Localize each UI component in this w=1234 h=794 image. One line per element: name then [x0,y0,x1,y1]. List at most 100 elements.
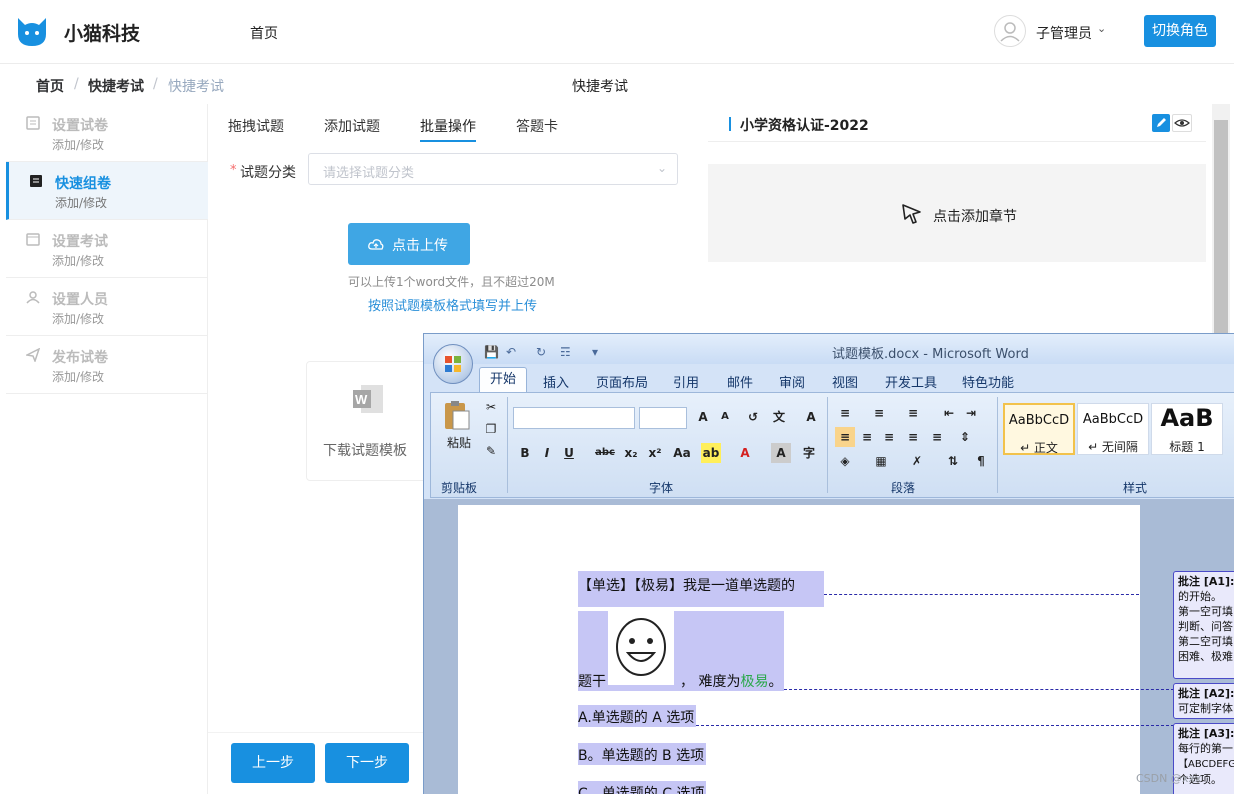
word-tab-mailings[interactable]: 邮件 [727,372,753,391]
bullets-icon[interactable]: ≡ [835,403,855,423]
comment-a1[interactable]: 批注 [A1]: 的开始。 第一空可填 判断、问答 第二空可填 困难、极难 [1173,571,1234,679]
print-preview-icon[interactable]: ☶ [560,345,571,359]
comment-a2[interactable]: 批注 [A2]: 可定制字体 [1173,683,1234,719]
style-heading-1[interactable]: AaB 标题 1 [1151,403,1223,455]
multilevel-list-icon[interactable]: ≡ [903,403,923,423]
add-chapter-area[interactable]: 点击添加章节 [708,164,1206,262]
download-template-card[interactable]: W 下载试题模板 [306,361,430,481]
comment-line: 的开始。 [1178,590,1222,603]
switch-role-button[interactable]: 切换角色 [1144,15,1216,47]
doc-stem-end: 。 [768,674,783,690]
highlight-icon[interactable]: ab [701,443,721,463]
word-tab-view[interactable]: 视图 [832,372,858,391]
sidebar-item-set-people[interactable]: 设置人员 添加/修改 [6,278,208,336]
shrink-font-icon[interactable]: A [715,407,735,427]
doc-option-c: C、单选题的 C 选项 [578,786,705,794]
word-tab-references[interactable]: 引用 [673,372,699,391]
cut-icon[interactable]: ✂ [481,397,501,417]
superscript-icon[interactable]: x² [645,443,665,463]
subscript-icon[interactable]: x₂ [621,443,641,463]
borders-icon[interactable]: ▦ [871,451,891,471]
align-center-icon[interactable]: ≡ [857,427,877,447]
word-tab-page-layout[interactable]: 页面布局 [596,372,648,391]
edit-icon[interactable] [1152,114,1170,132]
grow-font-icon[interactable]: A [693,407,713,427]
style-name: ↵ 无间隔 [1088,440,1138,454]
word-tab-review[interactable]: 审阅 [779,372,805,391]
redo-icon[interactable]: ↻ [536,345,546,359]
user-name[interactable]: 子管理员 [1036,23,1092,43]
increase-indent-icon[interactable]: ⇥ [961,403,981,423]
next-step-button[interactable]: 下一步 [325,743,409,783]
tab-drag-questions[interactable]: 拖拽试题 [228,116,284,136]
strikethrough-icon[interactable]: abc [595,443,615,463]
chevron-down-icon[interactable]: ⌄ [1097,22,1106,35]
group-separator [827,397,828,493]
top-header: 小猫科技 首页 子管理员 ⌄ 切换角色 [0,0,1234,64]
copy-icon[interactable]: ❐ [481,419,501,439]
app-name: 小猫科技 [64,23,141,45]
enclose-char-icon[interactable]: 字 [799,443,819,463]
asian-layout-icon[interactable]: ✗ [907,451,927,471]
bold-icon[interactable]: B [515,443,535,463]
clear-format-icon[interactable]: ↺ [743,407,763,427]
line-spacing-icon[interactable]: ⇕ [955,427,975,447]
cartoon-image [608,609,674,685]
style-no-spacing[interactable]: AaBbCcD ↵ 无间隔 [1077,403,1149,455]
tab-add-questions[interactable]: 添加试题 [324,116,380,136]
tab-answer-card[interactable]: 答题卡 [516,116,558,136]
decrease-indent-icon[interactable]: ⇤ [939,403,959,423]
format-painter-icon[interactable]: ✎ [481,441,501,461]
comment-connector [784,689,1174,690]
show-marks-icon[interactable]: ¶ [971,451,991,471]
word-tab-home[interactable]: 开始 [479,367,527,393]
paste-icon[interactable] [441,399,473,431]
breadcrumb-quick-exam[interactable]: 快捷考试 [88,76,144,96]
justify-icon[interactable]: ≡ [903,427,923,447]
watermark: CSDN @xxx [1136,772,1202,785]
char-border-icon[interactable]: A [801,407,821,427]
phonetic-icon[interactable]: 文 [769,407,789,427]
document-page[interactable]: 【单选】【极易】我是一道单选题的 题干 ， 难度为极易。 A.单选题的 A 选项… [458,505,1140,794]
sidebar: 设置试卷 添加/修改 快速组卷 添加/修改 设置考试 添加/修改 设置人员 添加… [6,104,208,794]
numbering-icon[interactable]: ≡ [869,403,889,423]
change-case-icon[interactable]: Aa [669,443,695,463]
align-right-icon[interactable]: ≡ [879,427,899,447]
word-tab-features[interactable]: 特色功能 [962,372,1014,391]
category-select[interactable]: 请选择试题分类 ⌄ [308,153,678,185]
sort-icon[interactable]: ⇅ [943,451,963,471]
breadcrumb-home[interactable]: 首页 [36,76,64,96]
char-shading-icon[interactable]: A [771,443,791,463]
distributed-icon[interactable]: ≡ [927,427,947,447]
paste-label[interactable]: 粘贴 [439,433,479,453]
title-accent-bar [729,117,731,131]
upload-button[interactable]: 点击上传 [348,223,470,265]
align-left-icon[interactable]: ≡ [835,427,855,447]
user-avatar-icon[interactable] [994,15,1026,47]
sidebar-item-quick-compose[interactable]: 快速组卷 添加/修改 [6,162,208,220]
customize-toolbar-icon[interactable]: ▾ [592,345,598,359]
save-icon[interactable]: 💾 [484,345,499,359]
tab-batch-operations[interactable]: 批量操作 [420,116,476,136]
font-color-icon[interactable]: A [735,443,755,463]
style-normal[interactable]: AaBbCcD ↵ 正文 [1003,403,1075,455]
shading-icon[interactable]: ◈ [835,451,855,471]
breadcrumb-separator: / [153,76,158,92]
scrollbar-thumb[interactable] [1214,120,1228,334]
word-title-bar: 💾 ↶ ↻ ☶ ▾ 试题模板.docx - Microsoft Word [424,334,1234,364]
undo-icon[interactable]: ↶ [506,345,516,359]
sidebar-item-publish-paper[interactable]: 发布试卷 添加/修改 [6,336,208,394]
office-button-icon[interactable] [433,344,473,384]
word-tab-developer[interactable]: 开发工具 [885,372,937,391]
prev-step-button[interactable]: 上一步 [231,743,315,783]
sidebar-item-set-paper[interactable]: 设置试卷 添加/修改 [6,104,208,162]
eye-icon[interactable] [1172,114,1192,132]
font-name-box[interactable] [513,407,635,429]
nav-home-link[interactable]: 首页 [250,23,278,43]
font-size-box[interactable] [639,407,687,429]
underline-icon[interactable]: U [559,443,579,463]
word-tab-insert[interactable]: 插入 [543,372,569,391]
italic-icon[interactable]: I [537,443,557,463]
sidebar-item-set-exam[interactable]: 设置考试 添加/修改 [6,220,208,278]
template-link[interactable]: 按照试题模板格式填写并上传 [368,295,537,314]
